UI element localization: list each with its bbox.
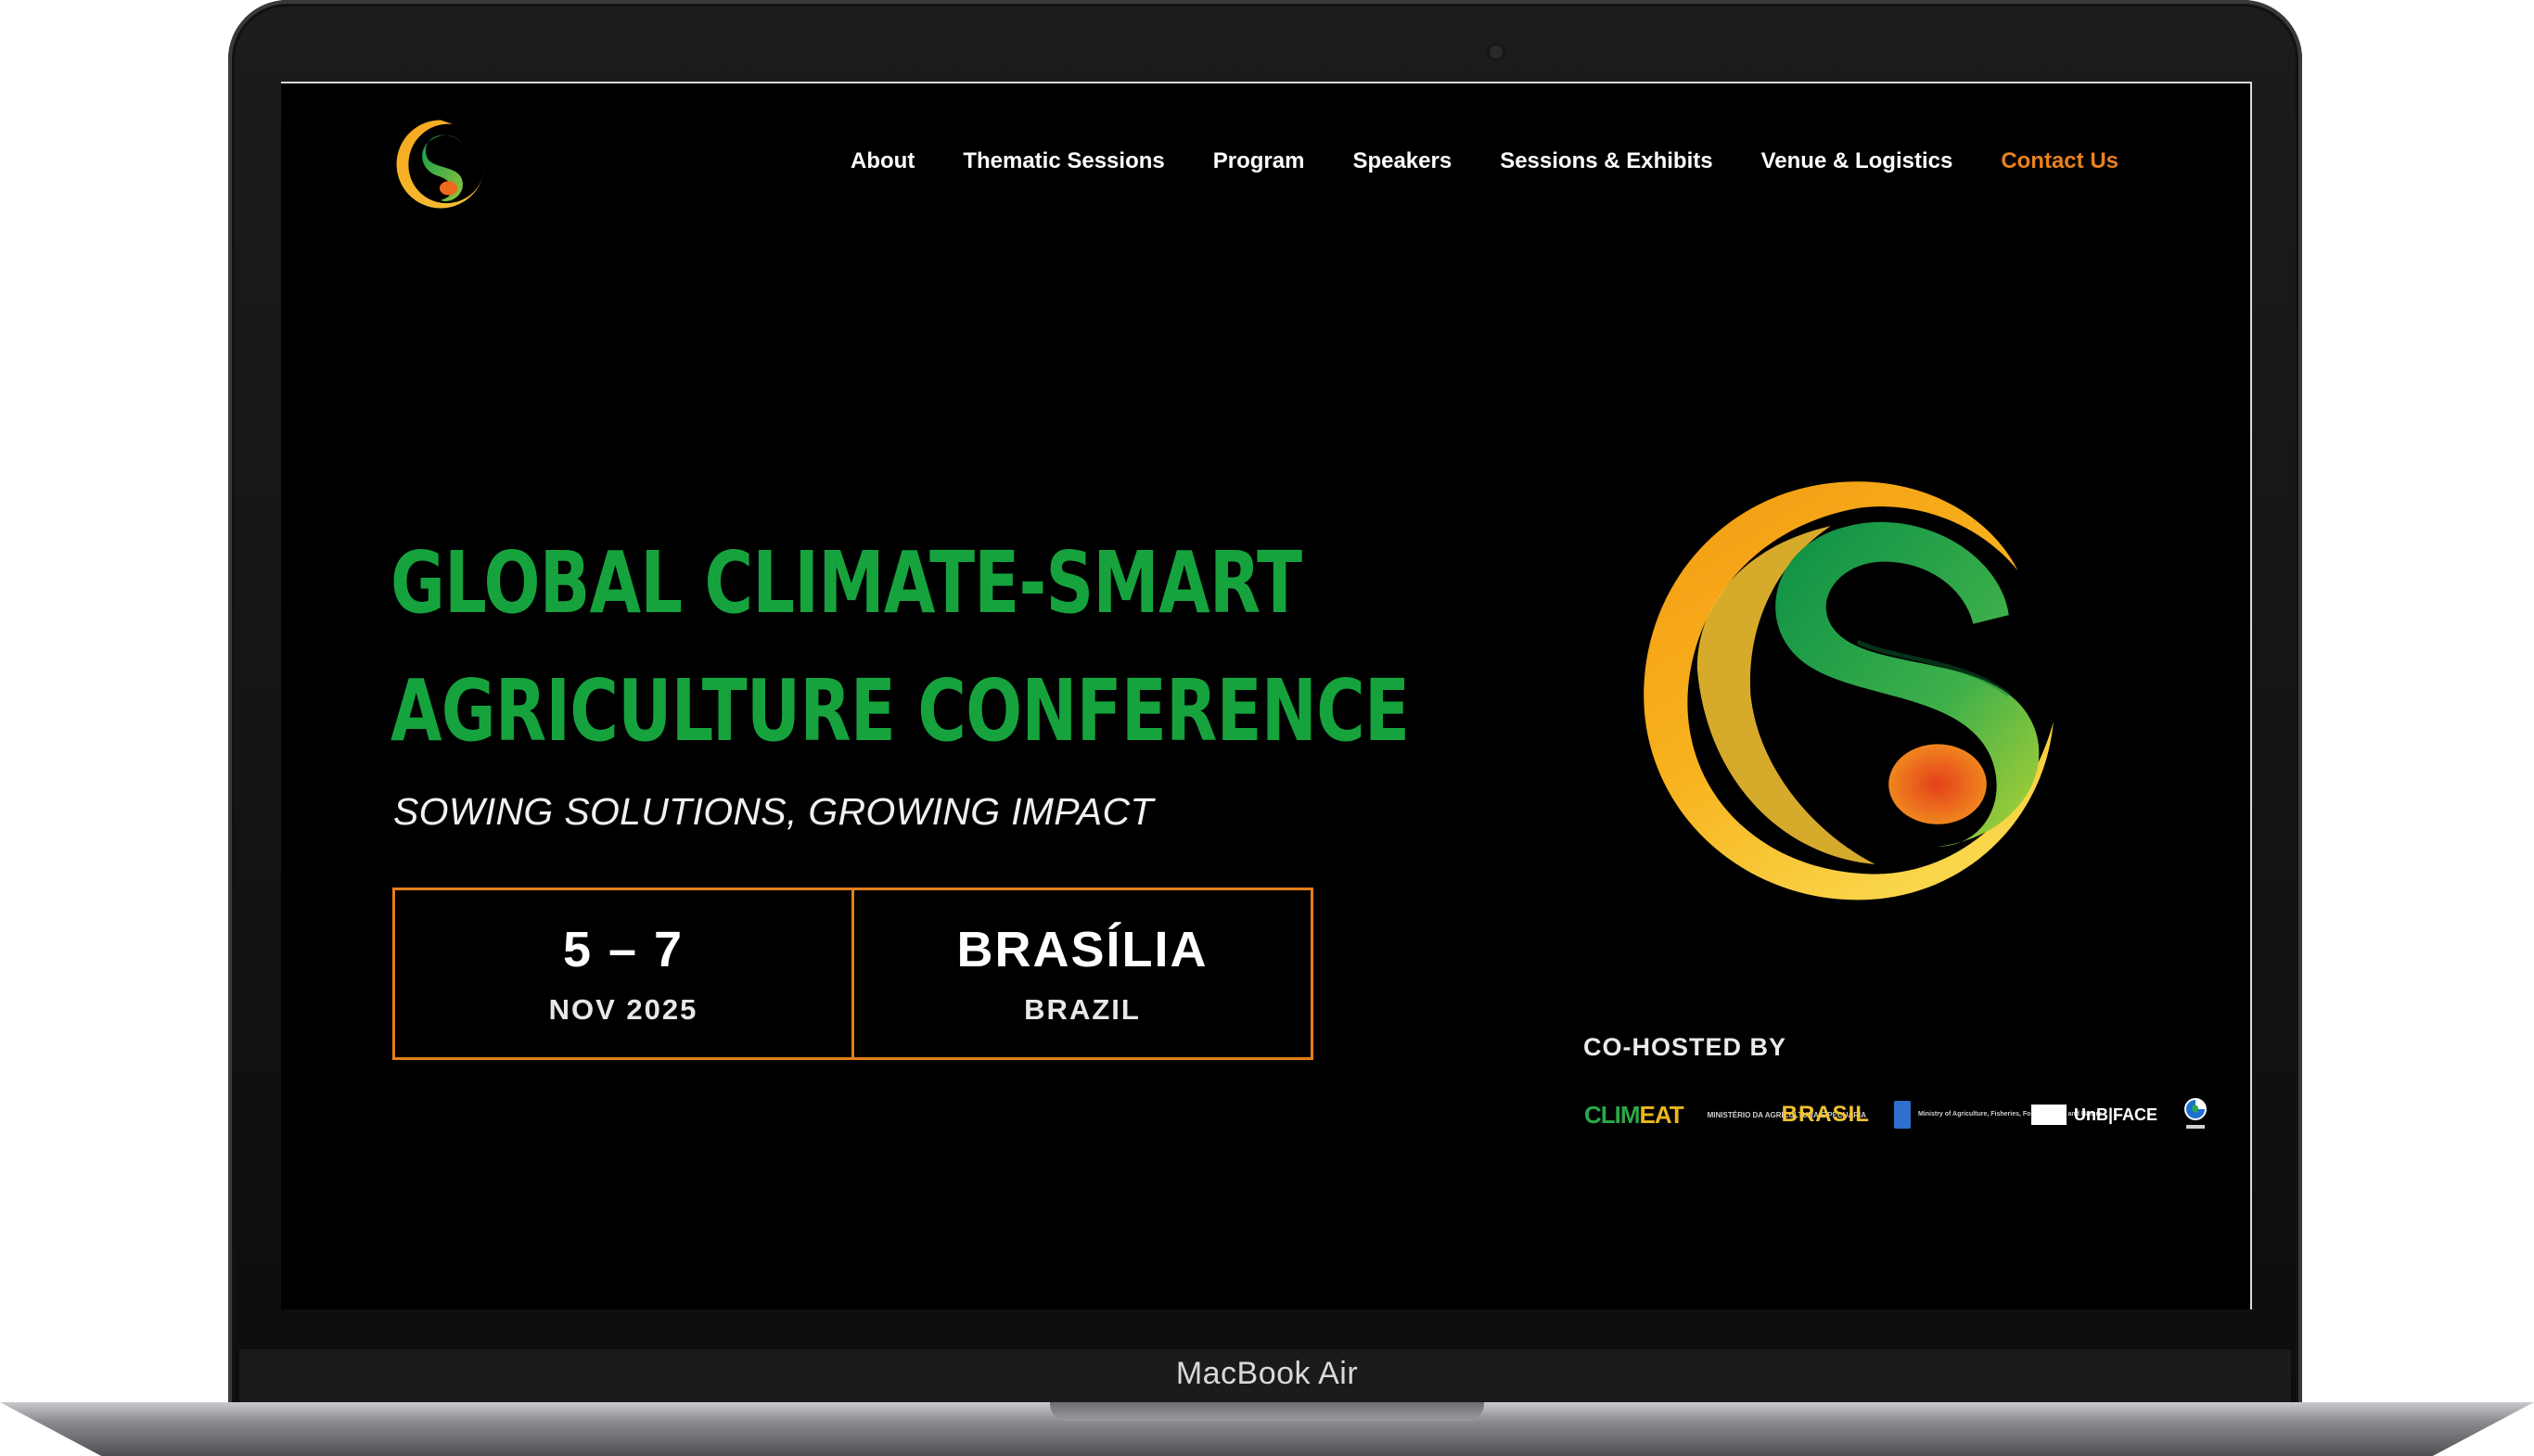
event-date-range: 5 – 7: [562, 922, 685, 977]
event-location-country: BRAZIL: [1024, 993, 1141, 1026]
partner-brasil-logo[interactable]: BRASIL: [1782, 1102, 1870, 1128]
partner-climeat-a: CLIM: [1584, 1100, 1641, 1129]
partner-cgiar-logo[interactable]: [2182, 1096, 2209, 1133]
partner-logos: CLIMEAT MINISTÉRIO DA AGRICULTURA E PECU…: [1584, 1092, 2209, 1137]
event-date: 5 – 7 NOV 2025: [395, 890, 851, 1057]
nav-item-sessions-exhibits[interactable]: Sessions & Exhibits: [1500, 148, 1712, 174]
envelope-icon: [2030, 1105, 2067, 1125]
event-info-box: 5 – 7 NOV 2025 BRASÍLIA BRAZIL: [392, 888, 1313, 1060]
partner-mapa-logo[interactable]: Ministry of Agriculture, Fisheries, Food…: [1893, 1101, 2103, 1129]
mapa-emblem-icon: [1893, 1101, 1911, 1129]
camera-icon: [1490, 45, 1503, 58]
event-location: BRASÍLIA BRAZIL: [851, 890, 1311, 1057]
event-date-month: NOV 2025: [548, 993, 698, 1026]
partner-mapa-text: Ministry of Agriculture, Fisheries, Food…: [1917, 1111, 2103, 1118]
partner-climeat-b: EAT: [1639, 1100, 1684, 1129]
nav-item-contact-us[interactable]: Contact Us: [2001, 148, 2118, 174]
partner-unb-text: UnB|FACE: [2073, 1105, 2158, 1124]
partner-climeat-logo[interactable]: CLIMEAT: [1584, 1100, 1684, 1130]
nav-item-program[interactable]: Program: [1213, 148, 1305, 174]
nav-item-thematic-sessions[interactable]: Thematic Sessions: [963, 148, 1164, 174]
hero-title: GLOBAL CLIMATE-SMART AGRICULTURE CONFERE…: [390, 519, 1410, 775]
partner-ministry-text: MINISTÉRIO DA AGRICULTURA E PECUÁRIA: [1707, 1110, 1867, 1119]
conference-logo-icon[interactable]: [390, 114, 491, 214]
event-location-city: BRASÍLIA: [956, 922, 1209, 977]
nav-item-about[interactable]: About: [851, 148, 915, 174]
cohost-label: CO-HOSTED BY: [1583, 1033, 1787, 1061]
hero-title-line-1: GLOBAL CLIMATE-SMART: [390, 533, 1302, 632]
screen: About Thematic Sessions Program Speakers…: [281, 82, 2252, 1309]
laptop-base: [0, 1402, 2534, 1456]
hero-tagline: SOWING SOLUTIONS, GROWING IMPACT: [393, 790, 1154, 833]
conference-emblem-icon: [1644, 481, 2054, 900]
hero-title-line-2: AGRICULTURE CONFERENCE: [390, 661, 1410, 760]
nav-item-speakers[interactable]: Speakers: [1352, 148, 1452, 174]
main-nav: About Thematic Sessions Program Speakers…: [851, 148, 2118, 174]
nav-item-venue-logistics[interactable]: Venue & Logistics: [1761, 148, 1953, 174]
partner-unb-logo[interactable]: UnB|FACE: [2030, 1105, 2158, 1125]
model-label: MacBook Air: [1175, 1356, 1359, 1391]
